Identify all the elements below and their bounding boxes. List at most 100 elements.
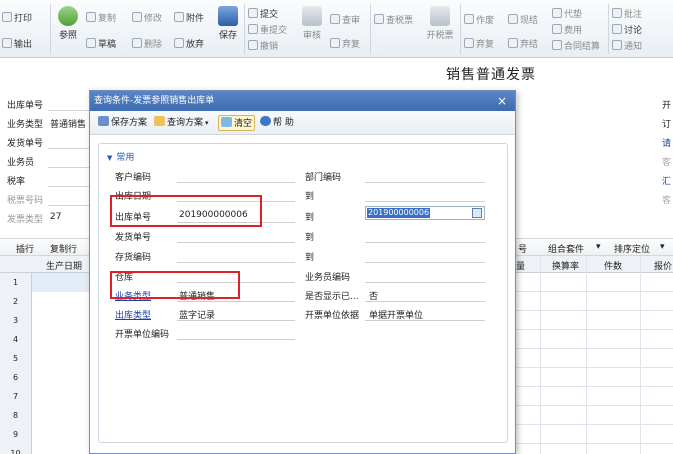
output-button[interactable]: 输出 [2, 38, 32, 52]
void-restore-button[interactable]: 弃复 [464, 38, 494, 52]
separator [370, 4, 371, 54]
out-date-to-input[interactable] [365, 201, 485, 202]
invoice-unit-code-input[interactable] [177, 339, 295, 340]
review-button[interactable]: 查审 [330, 14, 360, 28]
submit-button[interactable]: 提交 [248, 8, 278, 22]
resubmit-button[interactable]: 重提交 [248, 24, 287, 38]
ref-button[interactable]: 参照 [54, 6, 82, 41]
query-plan-button[interactable]: 查询方案 ▾ [152, 115, 211, 131]
table-cell[interactable] [32, 349, 90, 368]
modify-button[interactable]: 修改 [132, 12, 162, 26]
notify-icon [612, 40, 622, 50]
discuss-icon [612, 24, 622, 34]
out-type-label[interactable]: 出库类型 [115, 308, 151, 321]
stock-code-to-input[interactable] [365, 262, 485, 263]
dialog-title: 查询条件-发票参照销售出库单 × [90, 91, 515, 111]
combo-button[interactable]: 组合套件 [548, 242, 584, 255]
row-number: 5 [0, 349, 32, 368]
separator [608, 4, 609, 54]
discard-button[interactable]: 放弃 [174, 38, 204, 52]
annotate-button[interactable]: 批注 [612, 8, 642, 22]
ship-no-label: 发货单号 [115, 233, 152, 243]
delete-button[interactable]: 删除 [132, 38, 162, 52]
check-tax-button[interactable]: 查税票 [374, 14, 413, 28]
draft-button[interactable]: 草稿 [86, 38, 116, 52]
invoice-type-field[interactable]: 27 [50, 212, 61, 222]
notify-button[interactable]: 通知 [612, 40, 642, 54]
tax-invoice-field[interactable] [48, 205, 90, 206]
section-header[interactable]: ▼ 常用 [107, 150, 134, 163]
help-button[interactable]: 帮 助 [258, 115, 296, 131]
ship-no-field[interactable] [48, 148, 90, 149]
withdraw-button[interactable]: 撤销 [248, 40, 278, 54]
out-no-field[interactable] [48, 110, 90, 111]
salesman-field[interactable] [48, 167, 90, 168]
stock-code-from-input[interactable] [177, 262, 295, 263]
biz-type-underline [177, 301, 295, 302]
save-plan-button[interactable]: 保存方案 [96, 115, 149, 131]
ship-no-to-input[interactable] [365, 242, 485, 243]
contract-settle-button[interactable]: 合同结算 [552, 40, 600, 54]
ship-no-from-input[interactable] [177, 242, 295, 243]
issue-tax-button[interactable]: 开税票 [424, 6, 456, 41]
table-cell[interactable] [32, 387, 90, 406]
replace-sell-button[interactable]: 代垫 [552, 8, 582, 22]
fee-button[interactable]: 费用 [552, 24, 582, 38]
row-number: 9 [0, 425, 32, 444]
table-cell[interactable] [32, 292, 90, 311]
sort-button[interactable]: 排序定位 [614, 242, 650, 255]
invoice-unit-basis-label: 开票单位依据 [305, 311, 360, 321]
col-pieces[interactable]: 件数 [604, 259, 622, 272]
copy-icon [86, 12, 96, 22]
tax-rate-field[interactable] [48, 186, 90, 187]
insert-row-button[interactable]: 插行 [16, 242, 34, 255]
customer-code-input[interactable] [177, 182, 295, 183]
out-no-to-input[interactable]: 201900000006 [365, 206, 485, 220]
right-label-6: 客 [662, 196, 672, 206]
audit-icon [302, 6, 322, 26]
copy-button[interactable]: 复制 [86, 12, 116, 26]
table-cell[interactable] [32, 444, 90, 454]
row-number: 2 [0, 292, 32, 311]
attach-button[interactable]: 附件 [174, 12, 204, 26]
audit-button[interactable]: 审核 [298, 6, 326, 41]
replace-icon [552, 8, 562, 18]
col-rate[interactable]: 换算率 [552, 259, 579, 272]
right-label-3[interactable]: 请 [662, 136, 671, 149]
salesman-code-input[interactable] [365, 282, 485, 283]
col-qty[interactable]: 量 [516, 259, 525, 272]
right-label-1: 开 [662, 101, 672, 111]
col-prod-date[interactable]: 生产日期 [46, 259, 82, 272]
col-price[interactable]: 报价 [654, 259, 672, 272]
combo-dropdown-icon[interactable]: ▾ [596, 242, 601, 252]
table-cell[interactable] [32, 425, 90, 444]
unaudit-button[interactable]: 弃复 [330, 38, 360, 52]
cash-cancel-button[interactable]: 弃结 [508, 38, 538, 52]
right-label-4: 客 [662, 158, 672, 168]
biz-type-field[interactable]: 普通销售 [50, 117, 86, 130]
calendar-icon[interactable] [472, 208, 482, 218]
close-icon[interactable]: × [495, 94, 509, 108]
table-cell[interactable] [32, 311, 90, 330]
table-cell[interactable] [32, 273, 90, 292]
sort-dropdown-icon[interactable]: ▾ [660, 242, 665, 252]
cash-button[interactable]: 现结 [508, 14, 538, 28]
discuss-button[interactable]: 讨论 [612, 24, 642, 38]
dept-code-input[interactable] [365, 182, 485, 183]
right-label-5[interactable]: 汇 [662, 174, 671, 187]
clear-button[interactable]: 清空 [218, 115, 256, 131]
save-button[interactable]: 保存 [214, 6, 242, 41]
stock-code-label: 存货编码 [115, 253, 152, 263]
row-number: 3 [0, 311, 32, 330]
print-button[interactable]: 打印 [2, 12, 32, 26]
table-cell[interactable] [32, 330, 90, 349]
to-label: 到 [305, 192, 315, 202]
ship-no-label: 发货单号 [7, 139, 44, 149]
copy-row-button[interactable]: 复制行 [50, 242, 77, 255]
table-cell[interactable] [32, 368, 90, 387]
highlight-out-no [110, 195, 262, 227]
void-button[interactable]: 作废 [464, 14, 494, 28]
out-no-label: 出库单号 [7, 101, 44, 111]
bom-no-button[interactable]: 号 [518, 242, 527, 255]
table-cell[interactable] [32, 406, 90, 425]
